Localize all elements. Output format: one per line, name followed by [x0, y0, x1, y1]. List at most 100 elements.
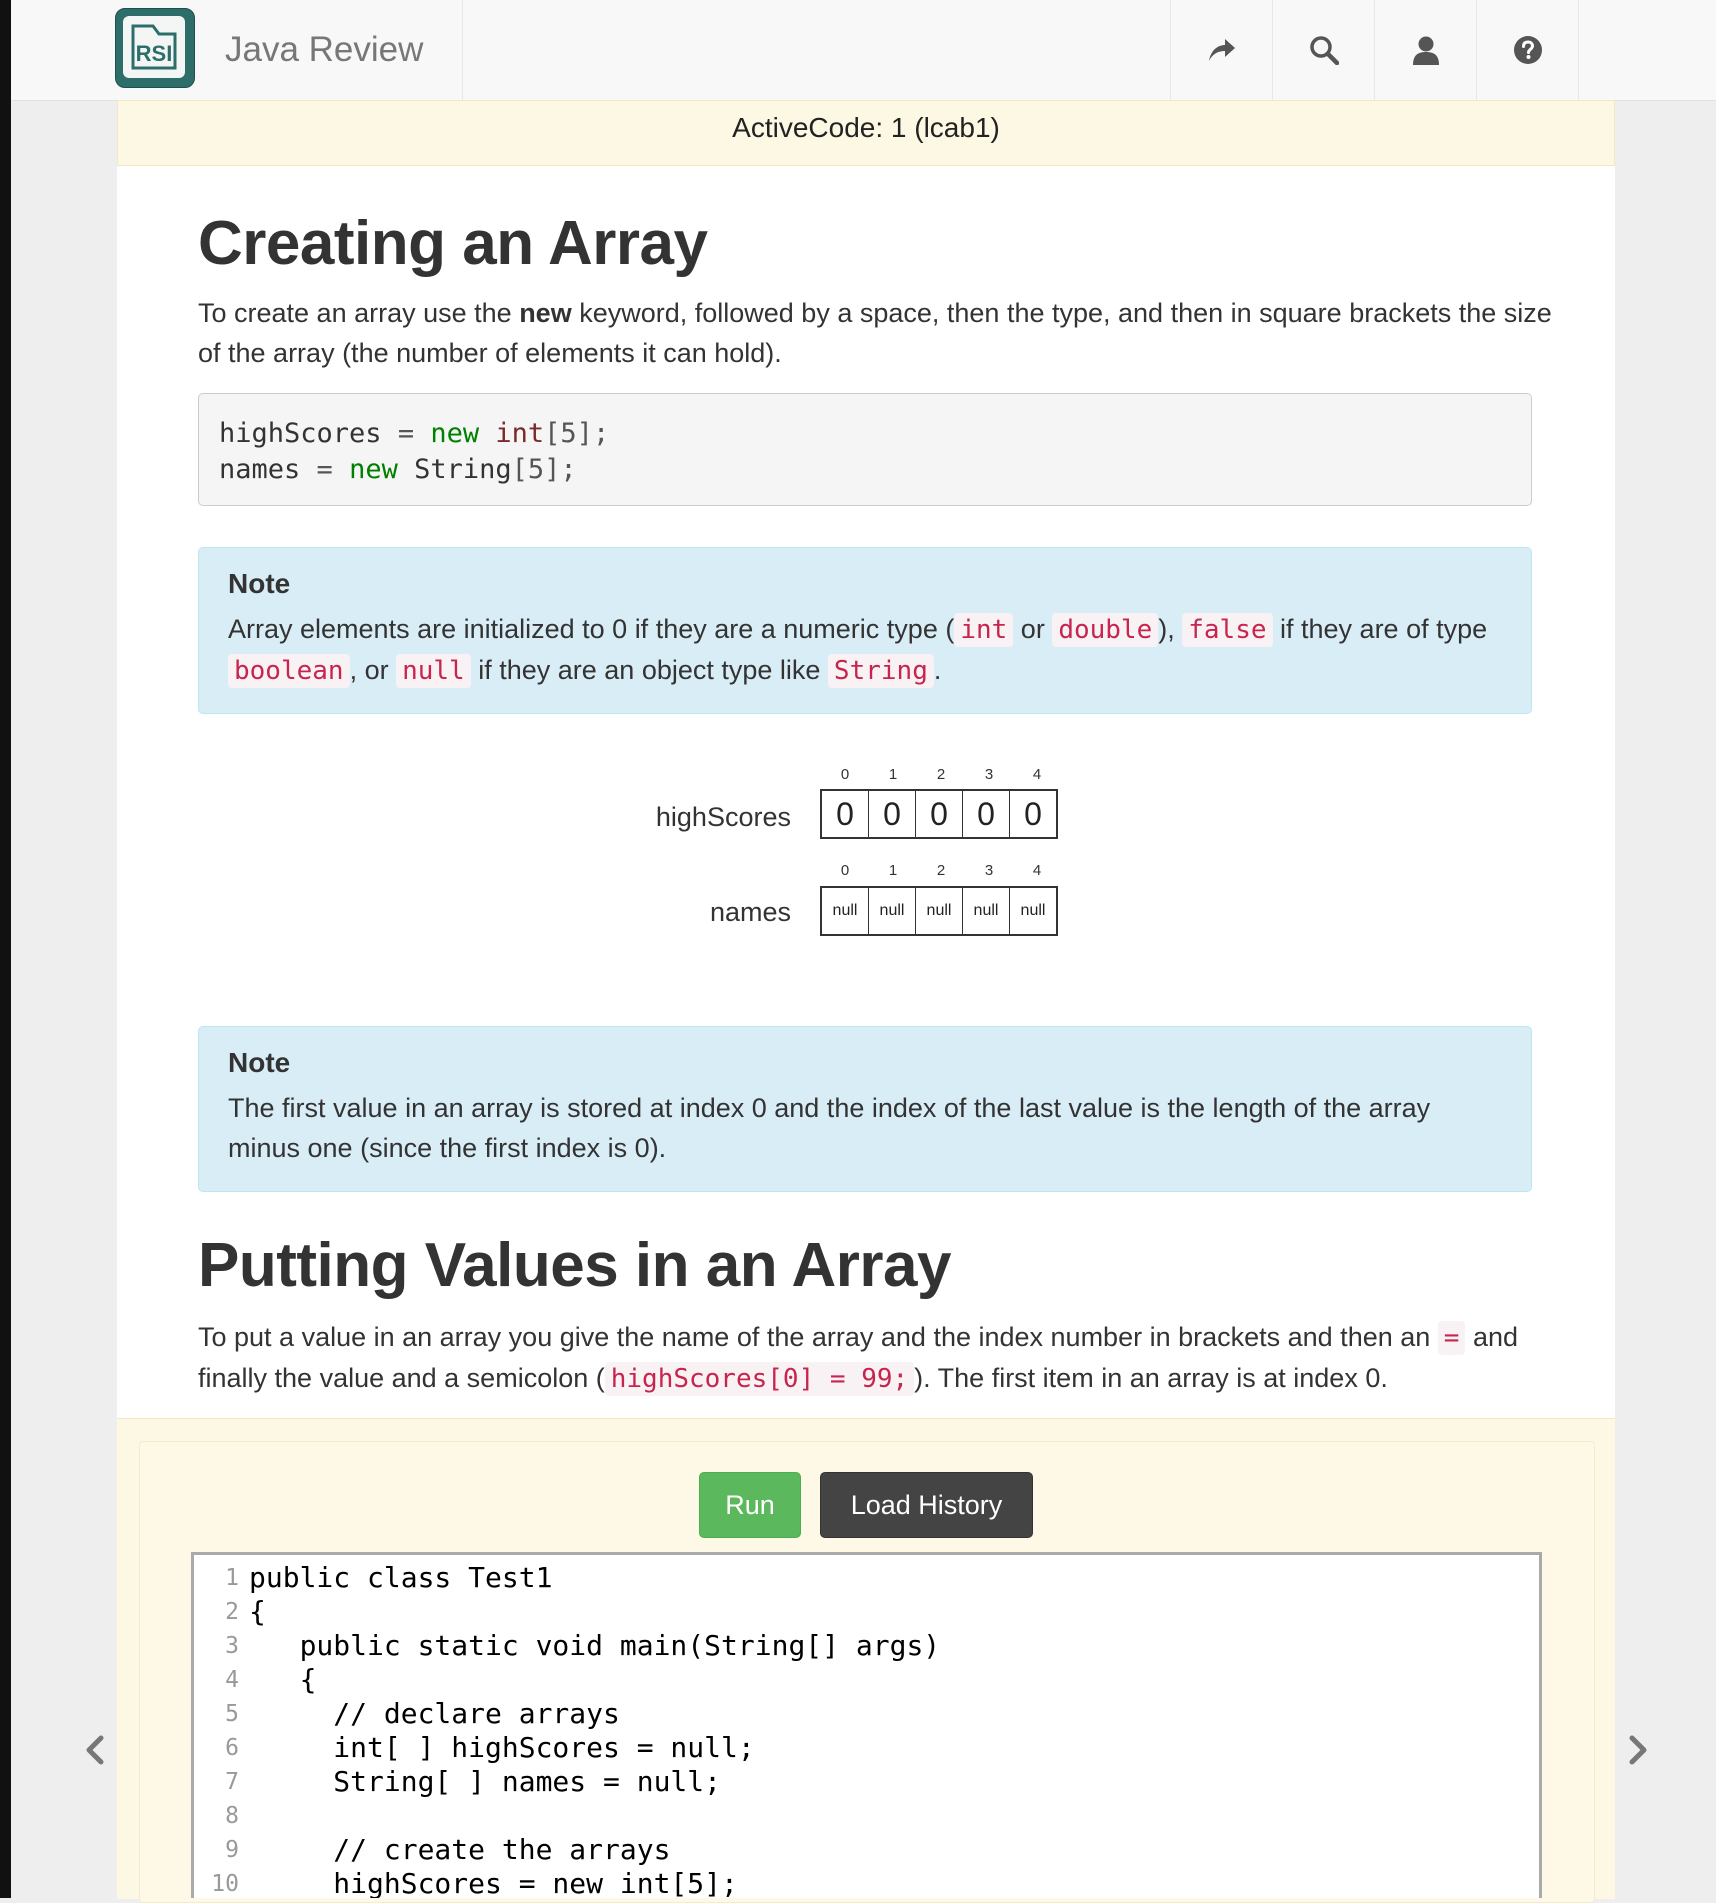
code-line[interactable]: public class Test1: [249, 1561, 552, 1594]
diagram-index: 3: [984, 766, 994, 783]
diagram-index: 3: [984, 862, 994, 879]
user-button[interactable]: [1374, 0, 1476, 100]
diagram-index: 0: [840, 862, 850, 879]
previous-page-button[interactable]: [75, 1730, 115, 1770]
array-cell: null: [869, 888, 916, 934]
code-line[interactable]: // create the arrays: [249, 1833, 670, 1866]
line-number: 1: [225, 1565, 239, 1591]
note-text: or: [1013, 614, 1053, 644]
code-line[interactable]: {: [249, 1595, 266, 1628]
note-text: Array elements are initialized to 0 if t…: [228, 614, 955, 644]
diagram-label-highscores: highScores: [655, 802, 791, 832]
code-example: highScores = new int[5]; names = new Str…: [198, 393, 1532, 506]
code-line[interactable]: highScores = new int[5];: [249, 1867, 738, 1898]
diagram-index: 2: [936, 862, 946, 879]
array-cell: 0: [869, 791, 916, 837]
logo-badge: RSI: [123, 16, 185, 78]
intro-text: To put a value in an array you give the …: [198, 1322, 1438, 1352]
diagram-index: 1: [888, 862, 898, 879]
array-cell: 0: [822, 791, 869, 837]
code-keyword: new: [349, 454, 398, 485]
line-number: 2: [225, 1599, 239, 1625]
code-var: names: [219, 454, 301, 485]
intro-keyword: new: [519, 298, 572, 328]
code-line-2: names = new String[5];: [219, 452, 1511, 488]
run-button[interactable]: Run: [699, 1472, 801, 1538]
code-rest: [5];: [544, 418, 610, 449]
line-number: 4: [225, 1667, 239, 1693]
note-text: .: [933, 655, 942, 685]
code-op: =: [381, 418, 431, 449]
note-title: Note: [228, 568, 291, 599]
window-edge: [0, 0, 11, 1898]
note-indexing: Note The first value in an array is stor…: [198, 1026, 1532, 1192]
line-number: 5: [225, 1701, 239, 1727]
array-cell: 0: [963, 791, 1010, 837]
array-cell: null: [916, 888, 963, 934]
help-button[interactable]: [1476, 0, 1579, 100]
search-button[interactable]: [1272, 0, 1374, 100]
code-line[interactable]: String[ ] names = null;: [249, 1765, 721, 1798]
inline-code: double: [1052, 613, 1159, 647]
nav-icon-group: [1170, 0, 1579, 100]
array-cell: null: [1020, 902, 1046, 919]
line-number: 7: [225, 1769, 239, 1795]
help-icon: [1513, 36, 1542, 64]
inline-code: int: [954, 613, 1014, 647]
main-content: ActiveCode: 1 (lcab1) Creating an Array …: [117, 100, 1615, 1903]
next-page-button[interactable]: [1618, 1730, 1658, 1770]
line-number: 9: [225, 1837, 239, 1863]
diagram-cells-names: null null null null null: [820, 886, 1058, 936]
chevron-left-icon: [86, 1735, 104, 1765]
putting-intro: To put a value in an array you give the …: [198, 1317, 1578, 1399]
code-line[interactable]: public static void main(String[] args): [249, 1629, 941, 1662]
diagram-cells-highscores: 0 0 0 0 0: [820, 789, 1058, 839]
inline-code: String: [827, 654, 934, 688]
inline-code: highScores[0] = 99;: [604, 1362, 915, 1396]
code-line-1: highScores = new int[5];: [219, 416, 1511, 452]
code-type: int: [495, 418, 545, 449]
intro-text: ). The first item in an array is at inde…: [914, 1363, 1388, 1393]
array-cell: null: [822, 888, 869, 934]
inline-code: =: [1437, 1321, 1466, 1355]
line-number: 8: [225, 1803, 239, 1829]
diagram-index: 4: [1032, 766, 1042, 783]
array-cell: null: [963, 888, 1010, 934]
line-number: 3: [225, 1633, 239, 1659]
navbar: RSI Java Review: [11, 0, 1716, 101]
note-title: Note: [228, 1047, 291, 1078]
diagram-index: 0: [840, 766, 850, 783]
activecode-header: ActiveCode: 1 (lcab1): [117, 100, 1615, 166]
search-icon: [1309, 36, 1339, 65]
inline-code: null: [396, 654, 471, 688]
inline-code: boolean: [228, 654, 350, 688]
array-cell: 0: [1024, 795, 1042, 832]
brand-title[interactable]: Java Review: [225, 30, 423, 70]
share-icon: [1208, 39, 1235, 61]
diagram-index: 1: [888, 766, 898, 783]
code-line[interactable]: int[ ] highScores = null;: [249, 1731, 754, 1764]
code-op: =: [300, 454, 350, 485]
chevron-right-icon: [1629, 1735, 1647, 1765]
section-title-putting: Putting Values in an Array: [198, 1231, 952, 1300]
inline-code: false: [1182, 613, 1273, 647]
note-body: The first value in an array is stored at…: [228, 1093, 1431, 1163]
code-keyword: new: [430, 418, 480, 449]
section-title-creating: Creating an Array: [198, 209, 708, 278]
note-text: if they are of type: [1272, 614, 1488, 644]
load-history-button[interactable]: Load History: [820, 1472, 1033, 1538]
note-text: ),: [1158, 614, 1183, 644]
note-text: , or: [349, 655, 397, 685]
note-body: Array elements are initialized to 0 if t…: [228, 609, 1502, 691]
site-logo[interactable]: RSI: [115, 8, 195, 88]
logo-text: RSI: [135, 41, 173, 66]
array-cell: 0: [916, 791, 963, 837]
share-button[interactable]: [1170, 0, 1272, 100]
code-line[interactable]: // declare arrays: [249, 1697, 620, 1730]
line-number-gutter: 1 2 3 4 5 6 7 8 9 10: [194, 1555, 247, 1898]
code-line[interactable]: {: [249, 1663, 317, 1696]
diagram-label-names: names: [709, 897, 791, 927]
code-editor[interactable]: 1 2 3 4 5 6 7 8 9 10 public class Test1 …: [191, 1552, 1542, 1898]
diagram-index: 2: [936, 766, 946, 783]
creating-intro: To create an array use the new keyword, …: [198, 293, 1558, 373]
